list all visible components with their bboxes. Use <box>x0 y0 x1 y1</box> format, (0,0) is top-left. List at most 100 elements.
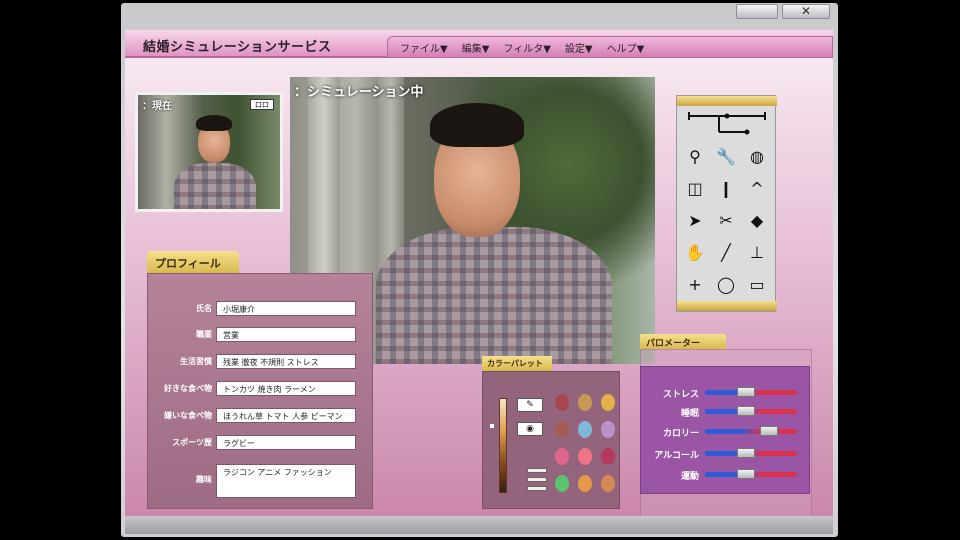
scissors-icon[interactable]: ✂ <box>712 208 740 234</box>
color-swatch[interactable] <box>601 394 615 411</box>
parameter-row-stress: ストレス <box>641 386 811 400</box>
size-option[interactable] <box>527 468 547 473</box>
magnifier-icon[interactable]: ⚲ <box>681 144 709 170</box>
profile-label: 氏名 <box>196 304 212 313</box>
color-gradient-slider[interactable] <box>499 398 507 493</box>
profile-row-job: 職業 営業 <box>148 327 374 343</box>
status-bar <box>125 516 833 534</box>
hobby-field[interactable]: ラジコン アニメ ファッション <box>216 464 356 498</box>
parameter-tab[interactable]: パロメーター <box>640 334 726 349</box>
plus-icon[interactable]: + <box>681 272 709 298</box>
parameter-label: アルコール <box>654 451 699 461</box>
minimize-button[interactable] <box>736 4 778 19</box>
menu-help[interactable]: ヘルプ▼ <box>607 40 645 55</box>
toolbox: ⚲ 🔧 ◍ ◫ ❙ ^ ➤ ✂ ◆ ✋ ╱ ⊥ + ◯ ▭ <box>676 95 777 312</box>
simulation-label: ：シミュレーション中 <box>294 85 424 100</box>
color-swatch[interactable] <box>578 394 592 411</box>
dropper-icon[interactable]: ❙ <box>712 176 740 202</box>
pen-icon[interactable]: ╱ <box>712 240 740 266</box>
rect-select-icon[interactable]: ▭ <box>743 272 771 298</box>
size-option[interactable] <box>527 477 547 482</box>
person-body <box>376 227 612 364</box>
color-swatch[interactable] <box>555 421 569 438</box>
exercise-slider[interactable] <box>705 469 797 479</box>
parameter-row-exercise: 運動 <box>641 468 811 482</box>
parameter-label: 運動 <box>680 472 699 482</box>
parameter-row-alcohol: アルコール <box>641 447 811 461</box>
ellipse-select-icon[interactable]: ◯ <box>712 272 740 298</box>
color-palette-panel: ✎ ◉ <box>482 371 620 509</box>
menu-filter[interactable]: フィルタ▼ <box>503 40 551 55</box>
current-photo[interactable]: ：現在 口口 <box>135 92 283 212</box>
glasses-icon[interactable]: ◫ <box>681 176 709 202</box>
parameter-label: ストレス <box>662 390 699 400</box>
slider-thumb[interactable] <box>760 426 779 436</box>
profile-row-hobby: 趣味 ラジコン アニメ ファッション <box>148 464 374 500</box>
menu-edit[interactable]: 編集▼ <box>462 40 490 55</box>
chevron-up-icon[interactable]: ^ <box>743 176 771 202</box>
color-swatch[interactable] <box>555 475 569 492</box>
profile-row-lifestyle: 生活習慣 残業 徹夜 不規則 ストレス <box>148 354 374 370</box>
profile-panel: 氏名 小堀康介 職業 営業 生活習慣 残業 徹夜 不規則 ストレス 好きな食べ物… <box>147 273 373 509</box>
arrow-pointer-icon[interactable]: ➤ <box>681 208 709 234</box>
profile-row-name: 氏名 小堀康介 <box>148 301 374 317</box>
color-swatch[interactable] <box>601 475 615 492</box>
blob-brush-icon[interactable]: ◍ <box>743 144 771 170</box>
color-swatch[interactable] <box>578 475 592 492</box>
menu-bar: ファイル▼ 編集▼ フィルタ▼ 設定▼ ヘルプ▼ <box>387 36 833 58</box>
profile-row-sports: スポーツ歴 ラグビー <box>148 435 374 451</box>
sports-field[interactable]: ラグビー <box>216 435 356 450</box>
color-swatch[interactable] <box>578 421 592 438</box>
color-swatch[interactable] <box>601 448 615 465</box>
person-body <box>174 163 256 209</box>
profile-tab[interactable]: プロフィール <box>147 251 239 273</box>
color-swatch[interactable] <box>578 448 592 465</box>
profile-label: 嫌いな食べ物 <box>164 411 212 420</box>
toolbox-top-handle[interactable] <box>677 96 777 106</box>
size-option[interactable] <box>527 486 547 491</box>
wrench-icon[interactable]: 🔧 <box>712 144 740 170</box>
profile-label: 職業 <box>196 330 212 339</box>
stress-slider[interactable] <box>705 387 797 397</box>
profile-label: スポーツ歴 <box>172 438 212 447</box>
parameter-row-calorie: カロリー <box>641 425 811 439</box>
slider-thumb[interactable] <box>737 448 756 458</box>
eraser-tool-icon[interactable]: ◉ <box>517 422 543 436</box>
color-swatch[interactable] <box>555 448 569 465</box>
bucket-icon[interactable]: ⊥ <box>743 240 771 266</box>
slider-thumb[interactable] <box>737 469 756 479</box>
profile-label: 生活習慣 <box>180 357 212 366</box>
slider-thumb[interactable] <box>737 387 756 397</box>
connector-diagram-icon <box>688 112 766 135</box>
parameter-label: 睡眠 <box>680 409 699 419</box>
profile-label: 趣味 <box>196 475 212 484</box>
gradient-marker[interactable] <box>490 424 494 428</box>
lifestyle-field[interactable]: 残業 徹夜 不規則 ストレス <box>216 354 356 369</box>
pen-tool-icon[interactable]: ✎ <box>517 398 543 412</box>
menu-settings[interactable]: 設定▼ <box>565 40 593 55</box>
toolbox-bottom-handle[interactable] <box>677 301 777 311</box>
favorite-food-field[interactable]: トンカツ 焼き肉 ラーメン <box>216 381 356 396</box>
menu-file[interactable]: ファイル▼ <box>400 40 448 55</box>
profile-label: 好きな食べ物 <box>164 384 212 393</box>
hand-icon[interactable]: ✋ <box>681 240 709 266</box>
close-button[interactable]: ✕ <box>782 4 830 19</box>
calorie-slider[interactable] <box>705 426 797 436</box>
eraser-icon[interactable]: ◆ <box>743 208 771 234</box>
alcohol-slider[interactable] <box>705 448 797 458</box>
photo-badge: 口口 <box>250 99 274 110</box>
color-palette-tab[interactable]: カラーパレット <box>482 356 552 371</box>
name-field[interactable]: 小堀康介 <box>216 301 356 316</box>
color-swatch[interactable] <box>555 394 569 411</box>
sleep-slider[interactable] <box>705 406 797 416</box>
job-field[interactable]: 営業 <box>216 327 356 342</box>
profile-row-disliked-food: 嫌いな食べ物 ほうれん草 トマト 人参 ピーマン <box>148 408 374 424</box>
app-title: 結婚シミュレーションサービス <box>143 40 332 55</box>
person-hair <box>196 115 232 131</box>
slider-thumb[interactable] <box>737 406 756 416</box>
person-hair <box>430 103 524 147</box>
header-bar: 結婚シミュレーションサービス ファイル▼ 編集▼ フィルタ▼ 設定▼ ヘルプ▼ <box>125 30 833 58</box>
parameter-label: カロリー <box>662 429 699 439</box>
disliked-food-field[interactable]: ほうれん草 トマト 人参 ピーマン <box>216 408 356 423</box>
color-swatch[interactable] <box>601 421 615 438</box>
